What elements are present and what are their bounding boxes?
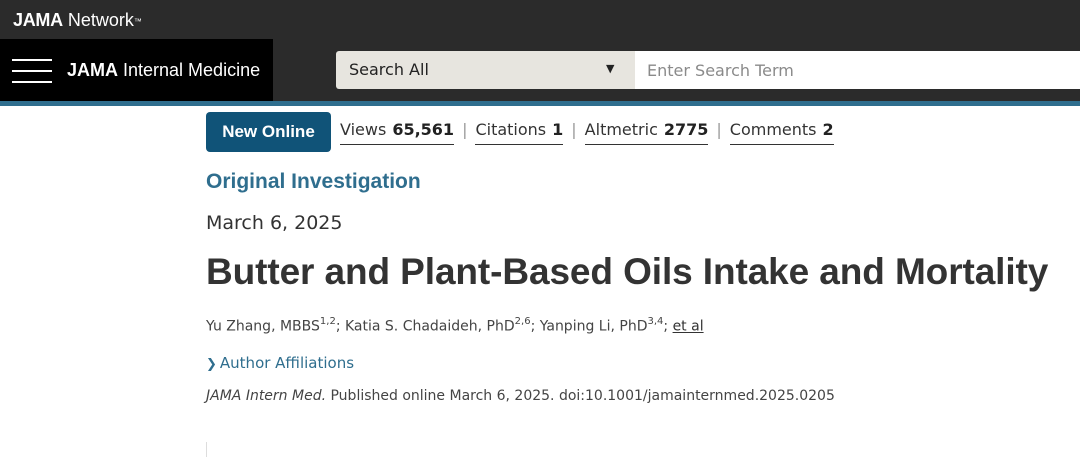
header-divider xyxy=(0,101,1080,106)
author-list: Yu Zhang, MBBS1,2; Katia S. Chadaideh, P… xyxy=(206,316,704,335)
dropdown-caret-icon: ▼ xyxy=(606,62,615,75)
metric-separator: | xyxy=(462,120,468,139)
et-al-link[interactable]: et al xyxy=(673,319,704,335)
metric-separator: | xyxy=(571,120,577,139)
journal-logo[interactable]: JAMA Internal Medicine xyxy=(67,58,260,82)
search-scope-select[interactable]: Search All ▼ xyxy=(336,51,635,89)
search-input[interactable] xyxy=(635,51,1080,89)
menu-icon[interactable] xyxy=(12,57,52,84)
new-online-badge[interactable]: New Online xyxy=(206,112,331,152)
publication-date: March 6, 2025 xyxy=(206,212,343,234)
journal-header: JAMA Internal Medicine Search All ▼ xyxy=(0,39,1080,101)
author-name[interactable]: Yanping Li, PhD xyxy=(540,319,648,335)
search-scope-label: Search All xyxy=(349,60,429,79)
author-affiliations-toggle[interactable]: ❯ Author Affiliations xyxy=(206,354,354,372)
publication-info: Published online March 6, 2025. doi:10.1… xyxy=(326,388,835,404)
metric-comments[interactable]: Comments 2 xyxy=(729,120,834,145)
content-divider xyxy=(206,442,207,457)
author-affiliation-ref: 2,6 xyxy=(514,316,531,327)
double-chevron-right-icon: ❯ xyxy=(206,357,217,372)
metric-separator: | xyxy=(716,120,722,139)
metric-altmetric[interactable]: Altmetric 2775 xyxy=(584,120,709,145)
author-name[interactable]: Yu Zhang, MBBS xyxy=(206,319,320,335)
article-type[interactable]: Original Investigation xyxy=(206,170,421,194)
network-bar: JAMA Network™ xyxy=(0,0,1080,39)
journal-brand: JAMA Internal Medicine xyxy=(0,39,273,101)
journal-abbreviation: JAMA Intern Med. xyxy=(206,388,327,404)
jama-network-logo[interactable]: JAMA Network™ xyxy=(13,9,142,31)
citation-line: JAMA Intern Med. Published online March … xyxy=(206,388,835,404)
author-affiliation-ref: 1,2 xyxy=(319,316,336,327)
article-metrics: Views 65,561 | Citations 1 | Altmetric 2775… xyxy=(340,120,834,146)
author-name[interactable]: Katia S. Chadaideh, PhD xyxy=(345,319,515,335)
author-affiliation-ref: 3,4 xyxy=(647,316,664,327)
author-affiliations-label: Author Affiliations xyxy=(219,354,355,372)
metric-views[interactable]: Views 65,561 xyxy=(340,120,455,145)
metric-citations[interactable]: Citations 1 xyxy=(475,120,564,145)
article-title: Butter and Plant-Based Oils Intake and M… xyxy=(206,251,1049,292)
